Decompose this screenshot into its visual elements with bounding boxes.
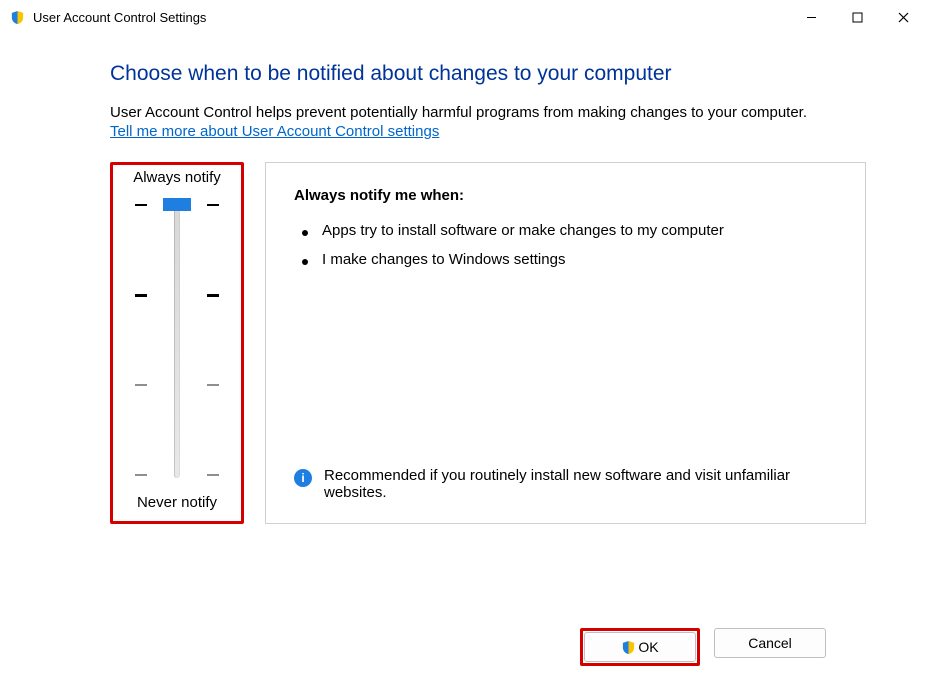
- info-bullet-text: Apps try to install software or make cha…: [322, 222, 724, 239]
- ok-button[interactable]: OK: [584, 632, 696, 662]
- shield-icon: [10, 10, 25, 25]
- content-area: Choose when to be notified about changes…: [0, 34, 926, 524]
- info-bullet: I make changes to Windows settings: [294, 251, 837, 268]
- close-button[interactable]: [880, 0, 926, 34]
- slider-thumb[interactable]: [163, 198, 191, 211]
- description-text: User Account Control helps prevent poten…: [110, 104, 866, 121]
- ok-button-highlight: OK: [580, 628, 700, 666]
- info-bullet-text: I make changes to Windows settings: [322, 251, 565, 268]
- slider-highlight: Always notify Never notify: [110, 162, 244, 524]
- page-heading: Choose when to be notified about changes…: [110, 62, 866, 86]
- info-panel: Always notify me when: Apps try to insta…: [265, 162, 866, 524]
- learn-more-link[interactable]: Tell me more about User Account Control …: [110, 123, 439, 140]
- titlebar: User Account Control Settings: [0, 0, 926, 34]
- window-title: User Account Control Settings: [33, 10, 788, 25]
- slider-column: Always notify Never notify: [110, 162, 265, 524]
- info-icon: i: [294, 469, 312, 487]
- window-controls: [788, 0, 926, 34]
- cancel-button[interactable]: Cancel: [714, 628, 826, 658]
- shield-icon: [621, 640, 636, 655]
- body-row: Always notify Never notify: [110, 162, 866, 524]
- ok-button-label: OK: [638, 639, 658, 655]
- cancel-button-label: Cancel: [748, 635, 792, 651]
- footer-buttons: OK Cancel: [580, 628, 826, 666]
- slider-bottom-label: Never notify: [117, 490, 237, 515]
- notification-slider[interactable]: [117, 190, 237, 490]
- uac-settings-window: User Account Control Settings Choose whe…: [0, 0, 926, 688]
- info-bullet: Apps try to install software or make cha…: [294, 222, 837, 239]
- bullet-icon: [302, 259, 308, 265]
- info-panel-title: Always notify me when:: [294, 187, 837, 204]
- slider-ticks: [117, 190, 237, 490]
- bullet-icon: [302, 230, 308, 236]
- info-bullet-list: Apps try to install software or make cha…: [294, 222, 837, 268]
- maximize-button[interactable]: [834, 0, 880, 34]
- recommendation-row: i Recommended if you routinely install n…: [294, 467, 837, 501]
- minimize-button[interactable]: [788, 0, 834, 34]
- slider-top-label: Always notify: [117, 165, 237, 190]
- recommendation-text: Recommended if you routinely install new…: [324, 467, 837, 501]
